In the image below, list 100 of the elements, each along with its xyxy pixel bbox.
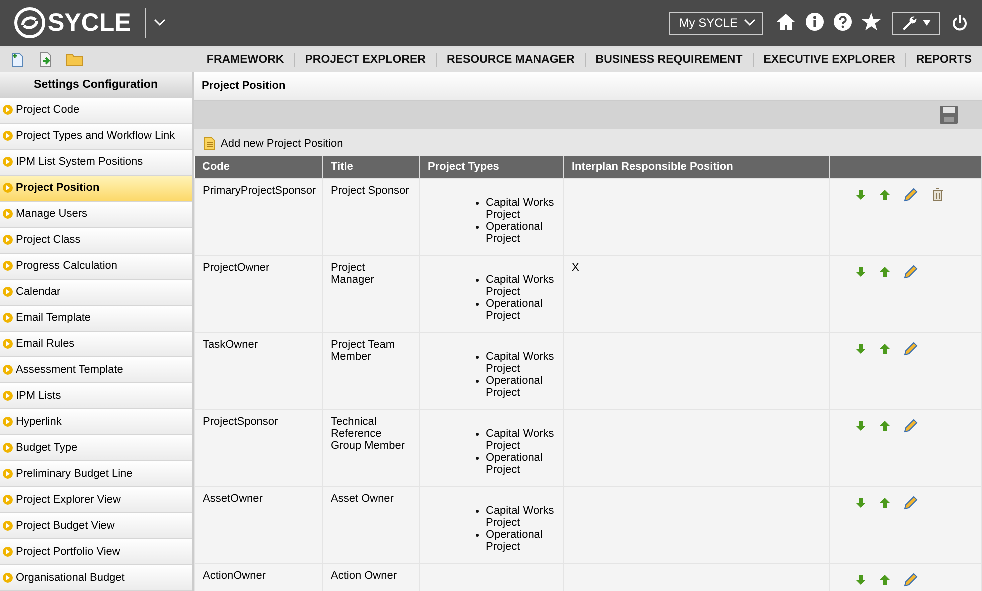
bullet-icon [476,534,479,537]
arrow-up-icon[interactable] [880,190,890,200]
chevron-down-icon[interactable] [154,19,166,27]
arrow-up-icon[interactable] [880,267,890,277]
sidebar-item[interactable]: Project Code [0,98,192,124]
column-header: Interplan Responsible Position [564,156,830,178]
nav-link[interactable]: RESOURCE MANAGER [436,53,585,67]
pencil-icon[interactable] [904,573,918,587]
sidebar-item[interactable]: Manage Users [0,202,192,228]
home-icon[interactable] [776,12,796,30]
arrow-down-icon[interactable] [856,190,866,200]
pencil-icon[interactable] [904,265,918,279]
nav-link[interactable]: REPORTS [905,53,982,67]
sidebar-item[interactable]: Project Portfolio View [0,539,192,566]
sidebar-item[interactable]: Calendar [0,280,192,306]
caret-down-icon [923,20,931,26]
list-item: Capital Works Project [486,505,556,529]
chevron-down-icon [744,19,756,27]
table-cell: ActionOwner [203,570,266,582]
pencil-icon[interactable] [904,342,918,356]
power-icon[interactable] [952,15,968,31]
list-item: Capital Works Project [486,274,556,298]
tools-dropdown[interactable] [892,12,940,34]
sidebar-item[interactable]: Email Rules [0,332,192,358]
bullet-icon [476,202,479,205]
arrow-bullet-icon [3,105,13,116]
arrow-bullet-icon [3,520,13,531]
sidebar-item[interactable]: Project Position [0,176,192,202]
list-item: Operational Project [486,529,544,553]
arrow-bullet-icon [3,442,13,453]
bullet-icon [476,303,479,306]
arrow-bullet-icon [3,157,13,168]
arrow-bullet-icon [3,183,13,194]
list-item: Operational Project [486,452,544,476]
nav-link[interactable]: BUSINESS REQUIREMENT [584,53,753,67]
my-menu-dropdown[interactable]: My SYCLE [669,12,763,34]
wrench-icon [901,15,917,31]
sidebar-item[interactable]: Progress Calculation [0,254,192,280]
add-link[interactable]: Add new Project Position [221,138,344,150]
arrow-bullet-icon [3,546,13,557]
table-cell: ProjectSponsor [203,416,278,428]
arrow-down-icon[interactable] [856,498,866,508]
arrow-up-icon[interactable] [880,344,890,354]
pencil-icon[interactable] [904,188,918,202]
table-cell: X [572,262,580,274]
arrow-bullet-icon [3,313,13,324]
arrow-bullet-icon [3,416,13,427]
nav-link[interactable]: EXECUTIVE EXPLORER [752,53,906,67]
arrow-bullet-icon [3,390,13,401]
sidebar-item[interactable]: Project Types and Workflow Link [0,124,192,150]
arrow-bullet-icon [3,209,13,220]
arrow-down-icon[interactable] [856,575,866,585]
list-item: Capital Works Project [486,428,556,452]
arrow-bullet-icon [3,494,13,505]
sidebar-item[interactable]: Project Budget View [0,513,192,540]
info-icon[interactable] [806,12,824,30]
table-cell: Technical Reference Group Member [331,416,405,452]
bullet-icon [476,226,479,229]
list-item: Capital Works Project [486,351,556,375]
export-page-icon[interactable] [38,52,54,68]
new-page-icon[interactable] [10,52,26,68]
arrow-up-icon[interactable] [880,498,890,508]
table-cell: Action Owner [331,570,398,582]
save-icon[interactable] [940,106,958,124]
nav-link[interactable]: PROJECT EXPLORER [294,53,436,67]
sidebar-item[interactable]: Hyperlink [0,409,192,436]
sidebar-item[interactable]: IPM List System Positions [0,150,192,176]
table-cell: Asset Owner [331,493,394,505]
sidebar-item[interactable]: Budget Type [0,435,192,462]
sidebar-item[interactable]: Preliminary Budget Line [0,461,192,488]
nav-link[interactable]: FRAMEWORK [196,53,294,67]
trash-icon[interactable] [932,188,944,202]
new-document-icon [204,136,216,150]
sidebar-item[interactable]: IPM Lists [0,383,192,410]
arrow-down-icon[interactable] [856,344,866,354]
bullet-icon [476,457,479,460]
arrow-bullet-icon [3,339,13,349]
sidebar-item[interactable]: Email Template [0,306,192,332]
arrow-down-icon[interactable] [856,267,866,277]
column-header: Title [322,156,420,178]
pencil-icon[interactable] [904,419,918,433]
bullet-icon [476,279,479,282]
star-icon[interactable] [862,12,881,30]
list-item: Capital Works Project [486,197,556,221]
arrow-down-icon[interactable] [856,421,866,431]
bullet-icon [476,433,479,436]
arrow-bullet-icon [3,235,13,246]
sidebar-item[interactable]: Organisational Budget [0,565,192,591]
bullet-icon [476,356,479,359]
sidebar-item[interactable]: Project Explorer View [0,487,192,514]
arrow-up-icon[interactable] [880,575,890,585]
arrow-bullet-icon [3,131,13,142]
pencil-icon[interactable] [904,496,918,510]
folder-icon[interactable] [66,53,84,67]
list-item: Operational Project [486,221,544,245]
sidebar-item[interactable]: Assessment Template [0,357,192,384]
help-icon[interactable] [834,12,852,30]
arrow-bullet-icon [3,572,13,583]
sidebar-item[interactable]: Project Class [0,228,192,254]
arrow-up-icon[interactable] [880,421,890,431]
